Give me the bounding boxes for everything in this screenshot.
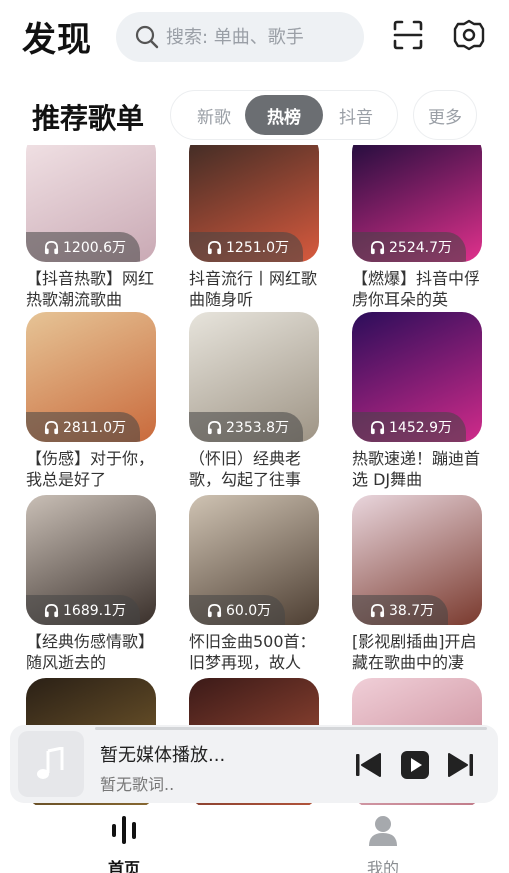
play-count: 2524.7万	[389, 240, 452, 256]
play-count: 1251.0万	[226, 240, 289, 256]
header: 发现	[0, 0, 509, 78]
tab-new-songs[interactable]: 新歌	[175, 95, 253, 135]
headphones-icon	[207, 240, 222, 254]
playlist-card[interactable]: 38.7万 [影视剧插曲]开启藏在歌曲中的凄	[352, 495, 484, 673]
section-title: 推荐歌单	[32, 102, 145, 135]
play-count-badge: 1251.0万	[189, 232, 303, 262]
headphones-icon	[370, 420, 385, 434]
nav-home[interactable]: 首页	[74, 813, 174, 873]
playlist-cover[interactable]: 60.0万	[189, 495, 319, 625]
progress-bar[interactable]	[95, 727, 487, 730]
headphones-icon	[370, 240, 385, 254]
playlist-title[interactable]: 怀旧金曲500首：旧梦再现，故人	[189, 631, 321, 673]
play-count-badge: 2524.7万	[352, 232, 466, 262]
nav-mine[interactable]: 我的	[333, 813, 433, 873]
headphones-icon	[44, 603, 59, 617]
playlist-card[interactable]: 2811.0万【伤感】对于你，我总是好了	[26, 312, 158, 490]
previous-icon[interactable]	[353, 750, 383, 780]
sound-bars-icon	[112, 816, 136, 844]
tab-hot-chart[interactable]: 热榜	[245, 95, 323, 135]
playlist-card[interactable]: 1200.6万【抖音热歌】网红热歌潮流歌曲	[26, 145, 158, 310]
play-count-badge: 2811.0万	[26, 412, 140, 442]
playlist-card[interactable]: 1251.0万抖音流行丨网红歌曲随身听	[189, 145, 321, 310]
play-count: 2811.0万	[63, 420, 126, 436]
mini-player[interactable]: 暂无媒体播放... 暂无歌词..	[10, 725, 498, 803]
playlist-cover[interactable]: 2811.0万	[26, 312, 156, 442]
playlist-grid: 1200.6万 【抖音热歌】网红热歌潮流歌曲 1251.0万 抖音流行丨网红歌曲随身听…	[0, 145, 509, 805]
user-icon	[369, 816, 397, 846]
playlist-cover[interactable]: 2353.8万	[189, 312, 319, 442]
play-count-badge: 1452.9万	[352, 412, 466, 442]
playlist-title[interactable]: [影视剧插曲]开启藏在歌曲中的凄	[352, 631, 484, 673]
play-count-badge: 60.0万	[189, 595, 286, 625]
play-count-badge: 38.7万	[352, 595, 449, 625]
page-title: 发现	[22, 20, 92, 60]
nav-mine-label: 我的	[366, 859, 399, 873]
headphones-icon	[207, 603, 222, 617]
play-count: 60.0万	[226, 603, 272, 619]
headphones-icon	[44, 240, 59, 254]
play-count-badge: 1200.6万	[26, 232, 140, 262]
playlist-card[interactable]: 1689.1万【经典伤感情歌】随风逝去的	[26, 495, 158, 673]
playlist-cover[interactable]: 1689.1万	[26, 495, 156, 625]
music-note-icon	[37, 747, 64, 779]
headphones-icon	[207, 420, 222, 434]
play-icon[interactable]	[400, 750, 430, 780]
play-count: 38.7万	[389, 603, 435, 619]
play-count-badge: 2353.8万	[189, 412, 303, 442]
playlist-cover[interactable]: 38.7万	[352, 495, 482, 625]
play-count: 1452.9万	[389, 420, 452, 436]
nav-home-label: 首页	[107, 859, 140, 873]
play-count-badge: 1689.1万	[26, 595, 140, 625]
settings-icon[interactable]	[452, 18, 486, 52]
category-tabs: 新歌 热榜 抖音	[170, 90, 398, 140]
playlist-title[interactable]: 【抖音热歌】网红热歌潮流歌曲	[26, 268, 158, 310]
bottom-nav: 首页 我的	[0, 805, 509, 873]
album-art-placeholder	[18, 731, 84, 797]
playlist-cover[interactable]: 1200.6万	[26, 145, 156, 262]
play-count: 2353.8万	[226, 420, 289, 436]
playlist-card[interactable]: 1452.9万热歌速递！蹦迪首选 DJ舞曲	[352, 312, 484, 490]
now-playing-title: 暂无媒体播放...	[100, 745, 226, 766]
playlist-card[interactable]: 2353.8万 （怀旧）经典老歌，勾起了往事	[189, 312, 321, 490]
playlist-title[interactable]: 【伤感】对于你，我总是好了	[26, 448, 158, 490]
playlist-title[interactable]: 抖音流行丨网红歌曲随身听	[189, 268, 321, 310]
headphones-icon	[370, 603, 385, 617]
play-count: 1689.1万	[63, 603, 126, 619]
playlist-cover[interactable]: 1251.0万	[189, 145, 319, 262]
scan-icon[interactable]	[391, 18, 425, 52]
search-icon	[135, 25, 159, 49]
playlist-title[interactable]: 热歌速递！蹦迪首选 DJ舞曲	[352, 448, 484, 490]
more-button[interactable]: 更多	[413, 90, 477, 140]
playlist-cover[interactable]: 2524.7万	[352, 145, 482, 262]
playlist-title[interactable]: 【燃爆】抖音中俘虏你耳朵的英	[352, 268, 484, 310]
now-playing-lyric: 暂无歌词..	[100, 775, 175, 794]
playlist-card[interactable]: 2524.7万【燃爆】抖音中俘虏你耳朵的英	[352, 145, 484, 310]
search-input[interactable]	[166, 26, 356, 48]
playlist-card[interactable]: 60.0万怀旧金曲500首：旧梦再现，故人	[189, 495, 321, 673]
search-bar[interactable]	[116, 12, 364, 62]
tab-douyin[interactable]: 抖音	[317, 95, 395, 135]
headphones-icon	[44, 420, 59, 434]
playlist-cover[interactable]: 1452.9万	[352, 312, 482, 442]
play-count: 1200.6万	[63, 240, 126, 256]
playlist-title[interactable]: 【经典伤感情歌】随风逝去的	[26, 631, 158, 673]
playlist-title[interactable]: （怀旧）经典老歌，勾起了往事	[189, 448, 321, 490]
next-icon[interactable]	[446, 750, 476, 780]
